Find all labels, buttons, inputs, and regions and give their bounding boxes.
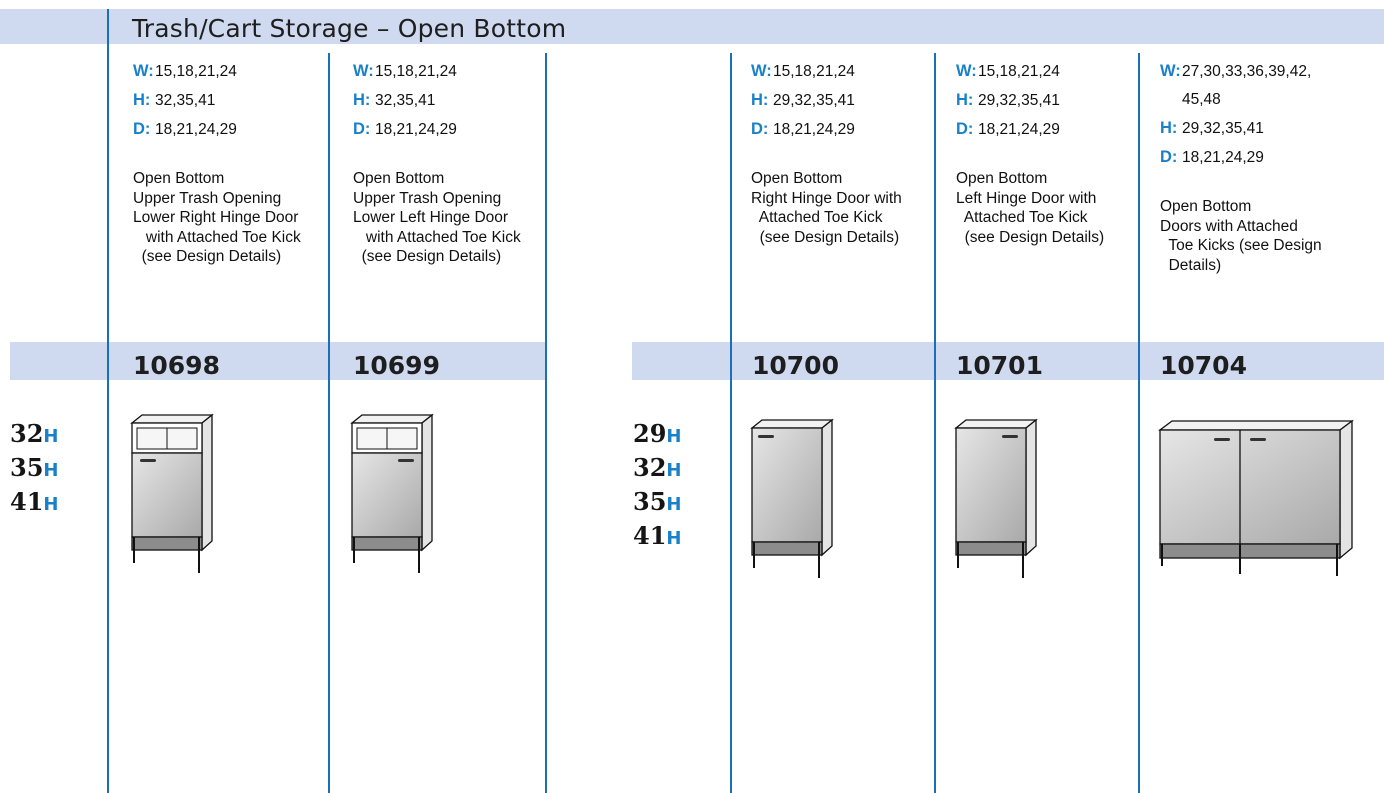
height-label: H:	[353, 91, 371, 109]
product-code-10704: 10704	[1160, 351, 1247, 380]
width-label: W:	[956, 62, 977, 80]
description-10704: Open Bottom Doors with Attached Toe Kick…	[1160, 198, 1322, 274]
width-values-cont: 45,48	[1182, 91, 1221, 108]
width-values: 15,18,21,24	[978, 63, 1060, 80]
width-label: W:	[751, 62, 772, 80]
height-unit: H	[666, 494, 682, 515]
spec-10701: W:15,18,21,24 H: 29,32,35,41 D: 18,21,24,2…	[956, 57, 1060, 144]
width-label: W:	[1160, 62, 1181, 80]
column-rule	[1138, 53, 1140, 793]
product-code-10701: 10701	[956, 351, 1043, 380]
spec-10704: W:27,30,33,36,39,42, 45,48 H: 29,32,35,41…	[1160, 57, 1311, 172]
height-label: H:	[751, 91, 769, 109]
width-values: 15,18,21,24	[773, 63, 855, 80]
depth-label: D:	[751, 120, 769, 138]
product-code-10699: 10699	[353, 351, 440, 380]
spec-10700: W:15,18,21,24 H: 29,32,35,41 D: 18,21,24,2…	[751, 57, 855, 144]
height-number: 29	[633, 419, 667, 448]
depth-values: 18,21,24,29	[1182, 149, 1264, 166]
column-rule	[545, 53, 547, 793]
spec-10699: W:15,18,21,24 H: 32,35,41 D: 18,21,24,29	[353, 57, 457, 144]
depth-values: 18,21,24,29	[155, 121, 237, 138]
height-values: 29,32,35,41	[773, 92, 855, 109]
height-values: 29,32,35,41	[1182, 120, 1264, 137]
column-rule	[730, 53, 732, 793]
height-label: H:	[956, 91, 974, 109]
height-number: 32	[10, 419, 44, 448]
depth-values: 18,21,24,29	[375, 121, 457, 138]
height-values: 29,32,35,41	[978, 92, 1060, 109]
height-number: 35	[10, 453, 44, 482]
section-title: Trash/Cart Storage – Open Bottom	[132, 14, 567, 43]
cabinet-illustration-10700	[750, 418, 834, 578]
height-unit: H	[666, 528, 682, 549]
width-values: 15,18,21,24	[155, 63, 237, 80]
height-number: 32	[633, 453, 667, 482]
description-10698: Open Bottom Upper Trash Opening Lower Ri…	[133, 170, 301, 265]
height-number: 35	[633, 487, 667, 516]
product-code-10700: 10700	[752, 351, 839, 380]
height-number: 41	[633, 521, 667, 550]
width-values: 15,18,21,24	[375, 63, 457, 80]
height-values: 32,35,41	[155, 92, 216, 109]
height-label: H:	[1160, 119, 1178, 137]
depth-label: D:	[1160, 148, 1178, 166]
cabinet-illustration-10704	[1158, 419, 1354, 576]
height-unit: H	[43, 460, 59, 481]
depth-label: D:	[353, 120, 371, 138]
code-band-left	[10, 342, 546, 380]
description-10701: Open Bottom Left Hinge Door with Attache…	[956, 170, 1105, 246]
height-number: 41	[10, 487, 44, 516]
width-label: W:	[353, 62, 374, 80]
column-rule	[107, 9, 109, 793]
height-label: H:	[133, 91, 151, 109]
depth-label: D:	[956, 120, 974, 138]
description-10699: Open Bottom Upper Trash Opening Lower Le…	[353, 170, 521, 265]
column-rule	[328, 53, 330, 793]
width-label: W:	[133, 62, 154, 80]
cabinet-illustration-10698	[130, 413, 214, 573]
height-list-right: 29H 32H 35H 41H	[633, 418, 681, 554]
product-code-10698: 10698	[133, 351, 220, 380]
cabinet-illustration-10701	[954, 418, 1038, 578]
depth-label: D:	[133, 120, 151, 138]
depth-values: 18,21,24,29	[773, 121, 855, 138]
description-10700: Open Bottom Right Hinge Door with Attach…	[751, 170, 902, 246]
height-unit: H	[666, 460, 682, 481]
column-rule	[934, 53, 936, 793]
spec-10698: W:15,18,21,24 H: 32,35,41 D: 18,21,24,29	[133, 57, 237, 144]
height-values: 32,35,41	[375, 92, 436, 109]
width-values: 27,30,33,36,39,42,	[1182, 63, 1312, 80]
cabinet-illustration-10699	[350, 413, 434, 573]
height-unit: H	[43, 426, 59, 447]
depth-values: 18,21,24,29	[978, 121, 1060, 138]
height-unit: H	[666, 426, 682, 447]
height-list-left: 32H 35H 41H	[10, 418, 58, 520]
height-unit: H	[43, 494, 59, 515]
